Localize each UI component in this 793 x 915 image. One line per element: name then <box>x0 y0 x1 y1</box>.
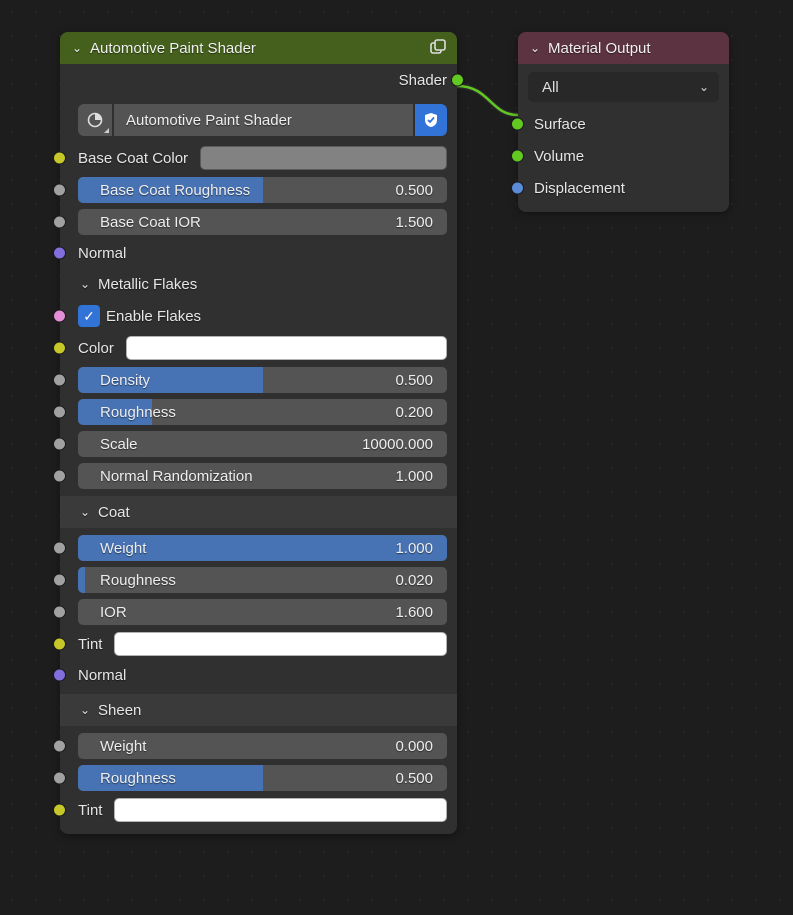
node-title: Automotive Paint Shader <box>90 40 427 57</box>
coat-section-header[interactable]: ⌄ Coat <box>60 496 457 528</box>
base-coat-color-row: Base Coat Color <box>60 142 457 174</box>
flake-normal-random-socket[interactable] <box>53 470 66 483</box>
chevron-down-icon[interactable]: ⌄ <box>70 41 84 55</box>
sheen-roughness-socket[interactable] <box>53 772 66 785</box>
sheen-tint-label: Tint <box>78 802 102 819</box>
flake-scale-row: Scale 10000.000 <box>60 428 457 460</box>
node-header[interactable]: ⌄ Automotive Paint Shader <box>60 32 457 64</box>
coat-weight-row: Weight 1.000 <box>60 532 457 564</box>
normal-socket-2[interactable] <box>53 669 66 682</box>
flake-color-swatch[interactable] <box>126 336 447 360</box>
base-coat-color-label: Base Coat Color <box>78 150 188 167</box>
target-select[interactable]: All ⌄ <box>528 72 719 102</box>
chevron-down-icon: ⌄ <box>78 277 92 291</box>
flake-scale-slider[interactable]: Scale 10000.000 <box>78 431 447 457</box>
output-shader-label: Shader <box>399 72 447 89</box>
flake-density-slider[interactable]: Density 0.500 <box>78 367 447 393</box>
flake-color-label: Color <box>78 340 114 357</box>
normal-socket-1[interactable] <box>53 247 66 260</box>
flake-roughness-socket[interactable] <box>53 406 66 419</box>
target-select-value: All <box>542 79 699 96</box>
base-coat-roughness-socket[interactable] <box>53 184 66 197</box>
sheen-roughness-row: Roughness 0.500 <box>60 762 457 794</box>
flake-normal-random-row: Normal Randomization 1.000 <box>60 460 457 492</box>
flake-normal-random-slider[interactable]: Normal Randomization 1.000 <box>78 463 447 489</box>
base-coat-color-swatch[interactable] <box>200 146 447 170</box>
coat-ior-slider[interactable]: IOR 1.600 <box>78 599 447 625</box>
chevron-down-icon: ⌄ <box>78 703 92 717</box>
nodegroup-name-field[interactable]: Automotive Paint Shader <box>114 104 413 136</box>
coat-tint-label: Tint <box>78 636 102 653</box>
flake-roughness-row: Roughness 0.200 <box>60 396 457 428</box>
chevron-down-icon[interactable]: ⌄ <box>528 41 542 55</box>
output-shader-row: Shader <box>60 64 457 96</box>
sheen-roughness-slider[interactable]: Roughness 0.500 <box>78 765 447 791</box>
coat-ior-socket[interactable] <box>53 606 66 619</box>
coat-tint-swatch[interactable] <box>114 632 447 656</box>
sheen-tint-socket[interactable] <box>53 804 66 817</box>
nodegroup-window-icon[interactable] <box>427 37 449 59</box>
displacement-label: Displacement <box>534 180 625 197</box>
displacement-input-row: Displacement <box>518 172 729 204</box>
enable-flakes-row: ✓ Enable Flakes <box>60 300 457 332</box>
material-output-node[interactable]: ⌄ Material Output All ⌄ Surface Volume D… <box>518 32 729 212</box>
normal-label-2: Normal <box>78 667 126 684</box>
surface-input-row: Surface <box>518 108 729 140</box>
sheen-weight-slider[interactable]: Weight 0.000 <box>78 733 447 759</box>
flake-density-socket[interactable] <box>53 374 66 387</box>
sheen-weight-socket[interactable] <box>53 740 66 753</box>
coat-tint-row: Tint <box>60 628 457 660</box>
flake-density-row: Density 0.500 <box>60 364 457 396</box>
displacement-socket[interactable] <box>511 182 524 195</box>
normal-row-2: Normal <box>60 660 457 690</box>
base-coat-ior-socket[interactable] <box>53 216 66 229</box>
node-title: Material Output <box>548 40 721 57</box>
volume-socket[interactable] <box>511 150 524 163</box>
surface-label: Surface <box>534 116 586 133</box>
automotive-paint-shader-node[interactable]: ⌄ Automotive Paint Shader Shader Automot… <box>60 32 457 834</box>
flake-color-socket[interactable] <box>53 342 66 355</box>
node-body: All ⌄ Surface Volume Displacement <box>518 72 729 212</box>
volume-label: Volume <box>534 148 584 165</box>
node-header[interactable]: ⌄ Material Output <box>518 32 729 64</box>
flake-scale-socket[interactable] <box>53 438 66 451</box>
normal-row-1: Normal <box>60 238 457 268</box>
nodegroup-selector-row: Automotive Paint Shader <box>78 104 447 136</box>
base-coat-color-socket[interactable] <box>53 152 66 165</box>
base-coat-roughness-slider[interactable]: Base Coat Roughness 0.500 <box>78 177 447 203</box>
flake-color-row: Color <box>60 332 457 364</box>
nodegroup-fakeuser-button[interactable] <box>415 104 447 136</box>
coat-weight-slider[interactable]: Weight 1.000 <box>78 535 447 561</box>
base-coat-ior-slider[interactable]: Base Coat IOR 1.500 <box>78 209 447 235</box>
sheen-tint-swatch[interactable] <box>114 798 447 822</box>
coat-roughness-row: Roughness 0.020 <box>60 564 457 596</box>
coat-roughness-slider[interactable]: Roughness 0.020 <box>78 567 447 593</box>
coat-ior-row: IOR 1.600 <box>60 596 457 628</box>
sheen-tint-row: Tint <box>60 794 457 826</box>
enable-flakes-socket[interactable] <box>53 310 66 323</box>
normal-label-1: Normal <box>78 245 126 262</box>
base-coat-ior-row: Base Coat IOR 1.500 <box>60 206 457 238</box>
node-body: Shader Automotive Paint Shader Base Coat… <box>60 64 457 834</box>
coat-weight-socket[interactable] <box>53 542 66 555</box>
chevron-down-icon: ⌄ <box>699 80 709 94</box>
flake-roughness-slider[interactable]: Roughness 0.200 <box>78 399 447 425</box>
chevron-down-icon: ⌄ <box>78 505 92 519</box>
base-coat-roughness-row: Base Coat Roughness 0.500 <box>60 174 457 206</box>
sheen-weight-row: Weight 0.000 <box>60 730 457 762</box>
volume-input-row: Volume <box>518 140 729 172</box>
coat-roughness-socket[interactable] <box>53 574 66 587</box>
enable-flakes-label: Enable Flakes <box>106 308 201 325</box>
metallic-flakes-section-header[interactable]: ⌄ Metallic Flakes <box>60 268 457 300</box>
sheen-section-header[interactable]: ⌄ Sheen <box>60 694 457 726</box>
coat-tint-socket[interactable] <box>53 638 66 651</box>
nodegroup-browse-button[interactable] <box>78 104 112 136</box>
enable-flakes-checkbox[interactable]: ✓ <box>78 305 100 327</box>
output-shader-socket[interactable] <box>451 74 464 87</box>
surface-socket[interactable] <box>511 118 524 131</box>
